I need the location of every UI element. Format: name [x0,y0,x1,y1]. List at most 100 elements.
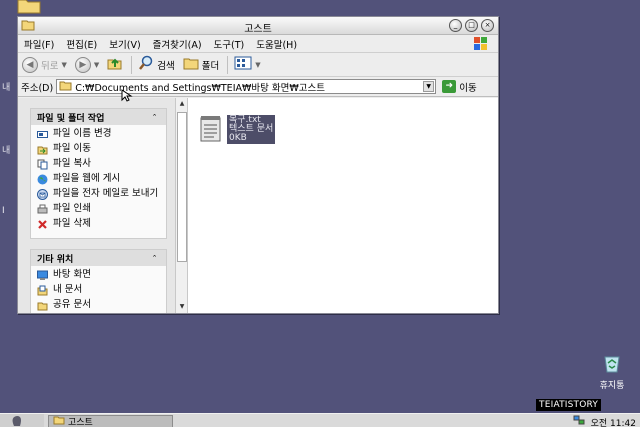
task-rename[interactable]: 파일 이름 변경 [37,129,160,140]
place-label: 공유 문서 [53,299,91,310]
task-label: 파일 인쇄 [53,203,91,214]
folder-icon [59,80,72,94]
windows-logo-icon [470,36,492,52]
menu-view[interactable]: 보기(V) [109,37,140,51]
go-arrow-icon: ➜ [442,80,457,93]
window-titlebar[interactable]: 고스트 _ □ × [18,17,498,35]
search-button[interactable]: 검색 [138,55,175,74]
maximize-button[interactable]: □ [465,19,478,32]
go-button[interactable]: ➜ 이동 [442,80,477,94]
move-icon [37,144,48,155]
email-icon [37,189,48,200]
place-desktop[interactable]: 바탕 화면 [37,270,160,281]
go-label: 이동 [459,82,477,94]
up-folder-icon [107,55,123,74]
menu-bar: 파일(F) 편집(E) 보기(V) 즐겨찾기(A) 도구(T) 도움말(H) [18,35,498,53]
file-tasks-header[interactable]: 파일 및 폴더 작업 ⌃ [31,109,166,125]
task-label: 파일 복사 [53,158,91,169]
toolbar-separator [227,55,229,74]
search-label: 검색 [157,60,175,72]
recycle-bin-icon [601,352,623,374]
forward-button[interactable]: ▶ ▼ [74,56,100,73]
up-folder-button[interactable] [107,55,123,74]
views-button[interactable]: ▼ [234,56,261,73]
chevron-down-icon: ▼ [61,60,67,69]
address-label: 주소(D) [21,82,54,94]
desktop-edge-label: 내 [2,83,11,93]
file-tasks-group: 파일 및 폴더 작업 ⌃ 파일 이름 변경 파일 이동 파일 복사 파일을 웹에… [30,108,167,239]
file-size: 0KB [229,133,247,143]
folder-icon [53,415,65,427]
mouse-cursor-icon [121,89,135,106]
file-details: 복구.txt 텍스트 문서 0KB [227,115,276,144]
start-button[interactable] [0,414,44,427]
place-my-documents[interactable]: 내 문서 [37,285,160,296]
delete-x-icon [37,219,48,230]
recycle-bin-shortcut[interactable]: 휴지통 [590,352,634,391]
address-dropdown-icon[interactable]: ▼ [423,81,435,92]
scroll-up-icon[interactable]: ▲ [177,99,187,109]
address-field[interactable]: C:₩Documents and Settings₩TEIA₩바탕 화면₩고스트… [56,79,437,94]
scroll-thumb[interactable] [177,112,187,262]
task-print[interactable]: 파일 인쇄 [37,204,160,215]
place-label: 바탕 화면 [53,269,91,280]
menu-edit[interactable]: 편집(E) [66,37,97,51]
file-item[interactable]: 복구.txt 텍스트 문서 0KB [199,115,276,144]
other-places-header[interactable]: 기타 위치 ⌃ [31,250,166,266]
folders-label: 폴더 [201,60,220,72]
printer-icon [37,204,48,215]
toolbar: ◀ 뒤로 ▼ ▶ ▼ 검색 폴더 ▼ [18,53,498,77]
menu-tools[interactable]: 도구(T) [214,37,245,51]
menu-favorites[interactable]: 즐겨찾기(A) [153,37,202,51]
content-area: 파일 및 폴더 작업 ⌃ 파일 이름 변경 파일 이동 파일 복사 파일을 웹에… [18,98,498,313]
desktop-edge-label: I [2,206,5,216]
menu-file[interactable]: 파일(F) [24,37,54,51]
taskbar-window-label: 고스트 [68,418,93,427]
taskbar-window-button[interactable]: 고스트 [48,415,173,427]
recycle-bin-label: 휴지통 [599,381,625,391]
search-icon [138,55,154,74]
explorer-window: 고스트 _ □ × 파일(F) 편집(E) 보기(V) 즐겨찾기(A) 도구(T… [17,16,499,314]
toolbar-separator [131,55,133,74]
desktop-folder-icon[interactable] [16,0,42,14]
task-email[interactable]: 파일을 전자 메일로 보내기 [37,189,160,200]
globe-icon [37,174,48,185]
clock[interactable]: 오전 11:42 [591,416,636,427]
chevron-down-icon: ▼ [255,60,261,69]
shared-folder-icon [37,300,48,311]
close-button[interactable]: × [481,19,494,32]
desktop-edge-label: 내 [2,146,11,156]
chevron-down-icon: ▼ [93,60,100,69]
place-label: 내 문서 [53,284,83,295]
place-shared-documents[interactable]: 공유 문서 [37,300,160,311]
task-publish-web[interactable]: 파일을 웹에 게시 [37,174,160,185]
menu-help[interactable]: 도움말(H) [256,37,297,51]
task-label: 파일 이름 변경 [53,128,112,139]
notepad-file-icon [199,115,223,143]
task-pane-scrollbar[interactable]: ▲ ▼ [175,98,188,313]
task-copy[interactable]: 파일 복사 [37,159,160,170]
task-label: 파일 이동 [53,143,91,154]
task-label: 파일 삭제 [53,218,91,229]
minimize-button[interactable]: _ [449,19,462,32]
copy-icon [37,159,48,170]
rename-icon [37,129,48,140]
back-label: 뒤로 [41,60,59,72]
back-arrow-icon: ◀ [22,56,38,73]
folders-button[interactable]: 폴더 [183,56,219,73]
back-button[interactable]: ◀ 뒤로 ▼ [22,56,67,73]
address-value: C:₩Documents and Settings₩TEIA₩바탕 화면₩고스트 [75,82,325,94]
network-icon[interactable] [573,415,585,427]
task-move[interactable]: 파일 이동 [37,144,160,155]
folders-icon [183,56,199,73]
system-tray: 오전 11:42 [573,415,636,427]
scroll-down-icon[interactable]: ▼ [177,302,187,312]
collapse-chevron-icon[interactable]: ⌃ [149,253,160,264]
file-tasks-title: 파일 및 폴더 작업 [37,113,105,124]
watermark: TEIATISTORY [536,399,602,411]
collapse-chevron-icon[interactable]: ⌃ [149,112,160,123]
task-delete[interactable]: 파일 삭제 [37,219,160,230]
task-label: 파일을 웹에 게시 [53,173,121,184]
task-label: 파일을 전자 메일로 보내기 [53,188,159,199]
forward-arrow-icon: ▶ [74,56,91,73]
